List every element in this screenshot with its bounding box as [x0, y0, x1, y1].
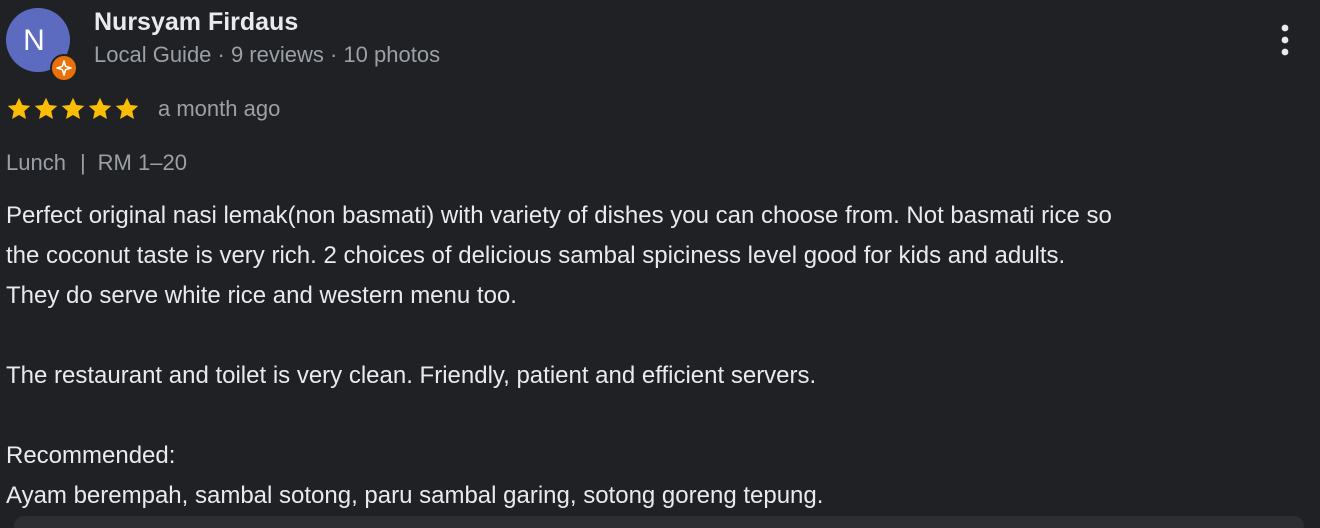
review-line: the coconut taste is very rich. 2 choice…	[6, 242, 1066, 269]
more-vert-icon	[1281, 24, 1289, 56]
star-icon	[34, 97, 58, 119]
next-card-edge	[14, 516, 1304, 528]
review-line: They do serve white rice and western men…	[6, 282, 517, 309]
review-time: a month ago	[158, 96, 281, 121]
review-line: Ayam berempah, sambal sotong, paru samba…	[6, 482, 824, 509]
review-line: Perfect original nasi lemak(non basmati)…	[6, 202, 1112, 229]
meal-type: Lunch	[6, 150, 66, 175]
star-icon	[7, 97, 31, 119]
avatar[interactable]: N	[6, 8, 78, 82]
visit-separator: |	[79, 150, 86, 175]
review-card: N Nursyam Firdaus Local Guide · 9 review…	[0, 0, 1320, 528]
visit-info: Lunch | RM 1–20	[6, 150, 187, 176]
star-icon	[61, 97, 85, 119]
star-icon	[115, 97, 139, 119]
review-line: The restaurant and toilet is very clean.…	[6, 362, 817, 389]
local-guide-badge-icon	[50, 54, 78, 82]
avatar-initial: N	[23, 24, 45, 57]
author-meta: Local Guide · 9 reviews · 10 photos	[94, 42, 441, 67]
star-rating	[6, 96, 140, 124]
review-line: Recommended:	[6, 442, 176, 469]
price-range: RM 1–20	[97, 150, 187, 175]
review-text: Perfect original nasi lemak(non basmati)…	[6, 196, 1316, 516]
star-icon	[88, 97, 112, 119]
author-name[interactable]: Nursyam Firdaus	[94, 8, 298, 37]
more-options-button[interactable]	[1266, 18, 1306, 62]
